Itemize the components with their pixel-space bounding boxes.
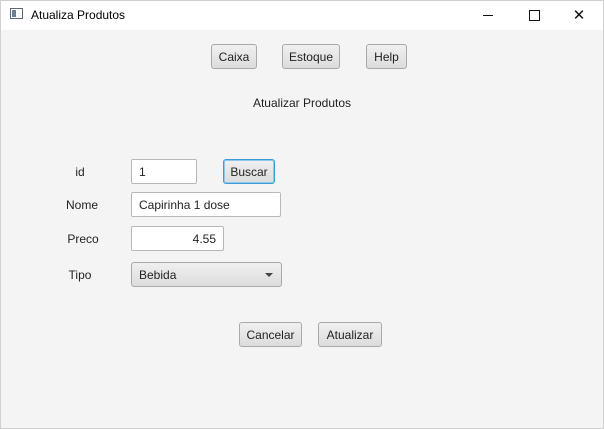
tipo-label: Tipo	[68, 268, 92, 282]
app-window-icon	[10, 8, 23, 19]
page-title: Atualizar Produtos	[252, 96, 352, 110]
id-label: id	[75, 165, 85, 179]
close-button[interactable]: ✕	[556, 1, 602, 30]
title-bar: Atualiza Produtos ✕	[1, 1, 603, 30]
tipo-selected-value: Bebida	[139, 267, 177, 282]
app-window: Atualiza Produtos ✕ Caixa Estoque Help A…	[0, 0, 604, 429]
close-icon: ✕	[572, 6, 586, 24]
maximize-icon	[528, 10, 540, 21]
update-button[interactable]: Atualizar	[318, 322, 382, 347]
minimize-button[interactable]	[465, 1, 511, 30]
nome-label: Nome	[65, 198, 98, 212]
preco-field[interactable]: 4.55	[131, 226, 224, 251]
tipo-select[interactable]: Bebida	[131, 262, 282, 287]
help-button[interactable]: Help	[366, 44, 407, 69]
buscar-button[interactable]: Buscar	[223, 159, 275, 184]
nome-field[interactable]: Capirinha 1 dose	[131, 192, 281, 217]
caixa-button[interactable]: Caixa	[211, 44, 257, 69]
preco-label: Preco	[67, 232, 99, 246]
minimize-icon	[483, 15, 493, 16]
cancel-button[interactable]: Cancelar	[239, 322, 302, 347]
chevron-down-icon	[265, 273, 273, 277]
id-field[interactable]: 1	[131, 159, 197, 184]
window-title: Atualiza Produtos	[31, 8, 126, 22]
maximize-button[interactable]	[511, 1, 557, 30]
estoque-button[interactable]: Estoque	[282, 44, 340, 69]
